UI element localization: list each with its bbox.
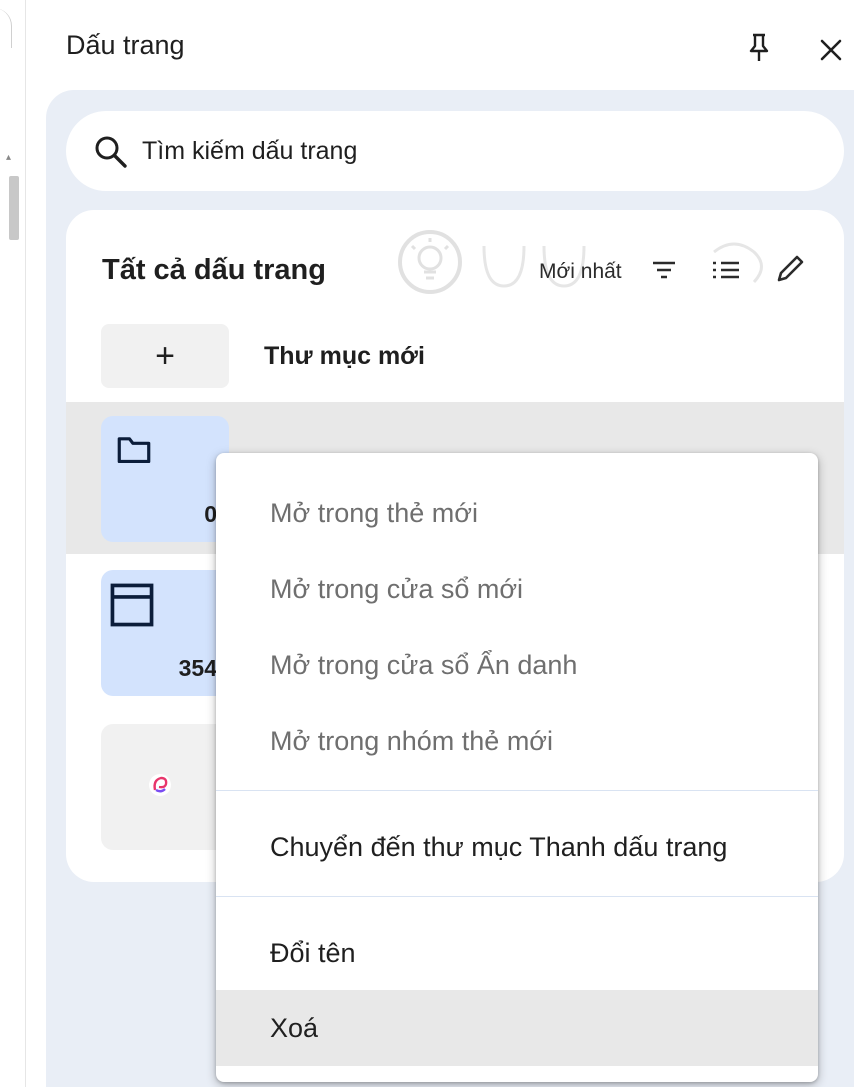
folder-tile[interactable]: 0 [101,416,229,542]
edit-icon[interactable] [771,252,807,288]
sort-order-button[interactable]: Mới nhất [539,260,622,284]
menu-item-rename[interactable]: Đổi tên [216,915,818,991]
menu-item-open-new-window[interactable]: Mở trong cửa sổ mới [216,551,818,627]
list-view-icon[interactable] [709,258,743,284]
plus-icon: + [155,336,175,375]
menu-item-open-tab-group[interactable]: Mở trong nhóm thẻ mới [216,703,818,779]
favicon-icon [149,774,171,796]
folder-icon [117,437,151,464]
menu-item-move-to-bookmarks-bar[interactable]: Chuyển đến thư mục Thanh dấu trang [216,809,818,885]
page-scrollbar[interactable] [9,176,19,240]
bookmarks-bar-tile[interactable]: 354 [101,570,229,696]
menu-divider [216,896,818,897]
search-icon [95,136,127,168]
bookmark-tile[interactable] [101,724,229,850]
bookmark-count: 354 [178,655,217,681]
panel-title: Dấu trang [66,30,185,60]
new-folder-button[interactable]: + [101,324,229,388]
new-folder-label[interactable]: Thư mục mới [264,342,425,371]
menu-divider [216,790,818,791]
search-input[interactable] [142,129,742,173]
window-icon [110,583,154,627]
menu-item-open-new-tab[interactable]: Mở trong thẻ mới [216,475,818,551]
page-edge: ▴ [0,0,26,1087]
search-box[interactable] [66,111,844,191]
all-bookmarks-title: Tất cả dấu trang [102,254,326,286]
context-menu: Mở trong thẻ mới Mở trong cửa sổ mới Mở … [216,453,818,1082]
page-edge-curve [0,8,12,48]
menu-item-open-incognito[interactable]: Mở trong cửa sổ Ẩn danh [216,627,818,703]
sort-icon[interactable] [649,258,679,284]
menu-item-delete[interactable]: Xoá [216,990,818,1066]
close-icon[interactable] [817,36,845,64]
pin-icon[interactable] [746,32,772,64]
scroll-arrow-icon[interactable]: ▴ [6,152,11,163]
